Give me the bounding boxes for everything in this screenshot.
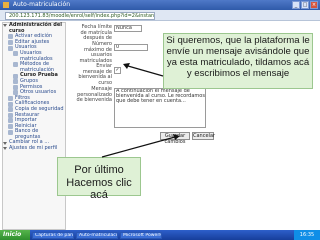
task-item[interactable]: Microsoft PowerPoint... [120,231,162,239]
user-icon [13,51,18,57]
browser-icon [3,1,9,8]
cancel-button[interactable]: Cancelar [192,132,215,140]
sidebar-item-label: Ajustes de mi perfil [9,145,58,152]
window-titlebar: Auto-matriculación _ □ × [0,0,320,10]
grades-icon [8,101,13,107]
window-title: Auto-matriculación [12,1,71,8]
address-bar: 200.123.171.83/moodle/enrol/self/index.p… [0,10,320,21]
chevron-right-icon [3,147,7,151]
restore-icon [8,112,13,118]
chevron-right-icon [3,141,7,145]
group-icon [13,79,18,85]
save-button[interactable]: Guardar cambios [160,132,190,145]
key-icon [13,84,18,90]
start-button[interactable]: Inicio [0,230,30,240]
import-icon [8,118,13,124]
instruction-callout-bottom: Por último Hacemos clic acá [57,157,141,201]
sidebar-item[interactable]: Ajustes de mi perfil [3,145,65,152]
max-users-input[interactable]: 0 [114,44,148,51]
form-label-deadline: Fecha límite de matrícula después de [80,24,112,41]
admin-sidebar: Administración del curso Activar edición E… [2,22,66,230]
custom-message-textarea[interactable]: A continuación el mensaje de bienvenida … [114,88,206,128]
edit-icon [8,34,13,40]
task-item[interactable]: Auto-matriculación [76,231,118,239]
filter-icon [8,96,13,102]
backup-icon [8,107,13,113]
chevron-down-icon [3,24,7,28]
taskbar: Inicio Capturas de pantalla Auto-matricu… [0,230,320,240]
minimize-button[interactable]: _ [292,1,300,9]
settings-icon [8,40,13,46]
system-clock: 16:35 [294,230,320,240]
window-controls: _ □ × [292,1,318,9]
bank-icon [8,129,13,135]
maximize-button[interactable]: □ [301,1,309,9]
form-label-max-users: Número máximo de usuarios matriculados [79,41,112,64]
user-icon [13,62,18,68]
url-input[interactable]: 200.123.171.83/moodle/enrol/self/index.p… [5,12,155,20]
form-label-custom-message: Mensaje personalizado de bienvenida [76,86,112,103]
welcome-checkbox[interactable]: ✓ [114,67,121,74]
users-icon [8,45,13,51]
dot-icon [13,73,18,79]
instruction-callout-top: Si queremos, que la plataforma le envíe … [163,33,313,89]
close-button[interactable]: × [310,1,318,9]
form-label-welcome: Enviar mensaje de bienvenida al curso [78,63,112,86]
deadline-select[interactable]: Nunca [114,25,142,32]
task-item[interactable]: Capturas de pantalla [32,231,74,239]
reset-icon [8,123,13,129]
